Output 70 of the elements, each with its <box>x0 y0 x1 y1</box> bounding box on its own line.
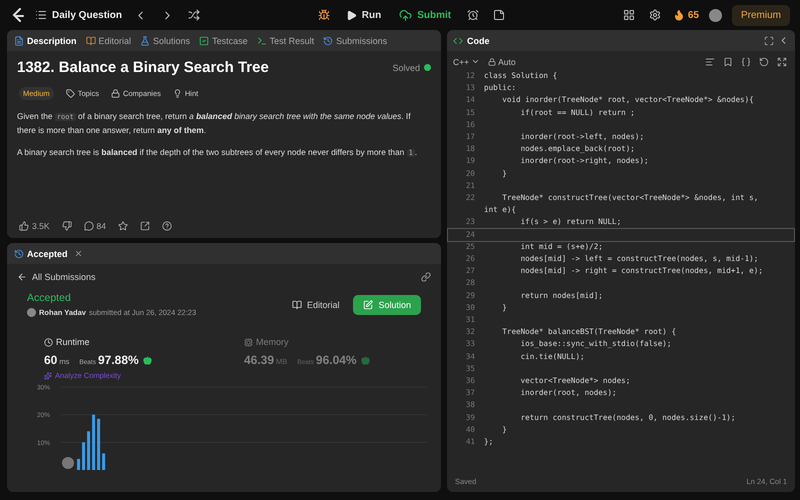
avatar <box>27 308 36 317</box>
back-link[interactable]: All Submissions <box>17 272 96 282</box>
editorial-button[interactable]: Editorial <box>286 294 346 314</box>
stat-value: 60 <box>44 353 58 367</box>
solved-status: Solved <box>392 62 420 72</box>
meta-icon <box>110 89 120 98</box>
logo[interactable] <box>12 8 25 22</box>
cloud-upload-icon <box>399 8 412 22</box>
submit-button[interactable]: Submit <box>395 6 456 24</box>
result-tab[interactable]: Accepted <box>11 246 71 260</box>
code-icon <box>453 36 463 46</box>
dislike-icon[interactable] <box>62 221 72 231</box>
close-icon[interactable] <box>74 249 83 258</box>
avatar[interactable] <box>708 8 722 22</box>
stat-value: 46.39 <box>244 353 274 367</box>
format-icon[interactable] <box>705 56 715 66</box>
histogram-bar <box>87 431 90 470</box>
stat-icon <box>244 338 253 346</box>
chevron-down-icon <box>471 57 480 66</box>
apple-icon <box>142 356 152 364</box>
play-icon <box>346 10 357 20</box>
histogram-bar <box>97 418 100 470</box>
code-title: Code <box>467 36 490 46</box>
arrow-left-icon <box>17 272 27 282</box>
pen-icon <box>363 300 374 310</box>
share-icon[interactable] <box>140 221 150 231</box>
panel-tab[interactable]: Submissions <box>320 34 390 48</box>
stat-label: Runtime <box>56 337 90 347</box>
problem-list-title[interactable]: Daily Question <box>52 10 122 20</box>
apple-icon <box>360 356 370 364</box>
panel-tab[interactable]: Testcase <box>196 34 251 48</box>
panel-tab[interactable]: Description <box>11 34 80 48</box>
comment-icon <box>84 221 94 231</box>
meta-icon <box>66 89 75 98</box>
help-icon[interactable] <box>162 221 172 231</box>
bookmark-icon[interactable] <box>723 56 733 66</box>
star-icon[interactable] <box>118 221 128 231</box>
meta-icon <box>172 89 182 98</box>
panel-tab[interactable]: Editorial <box>82 34 134 48</box>
maximize-icon[interactable] <box>764 36 774 46</box>
reset-icon[interactable] <box>759 56 769 66</box>
link-icon[interactable] <box>421 272 431 282</box>
history-icon <box>14 248 24 258</box>
histogram-bar <box>77 458 80 470</box>
book-icon <box>292 300 302 310</box>
flame-icon <box>672 9 685 21</box>
comments-button[interactable]: 84 <box>84 221 106 231</box>
premium-button[interactable]: Premium <box>732 4 790 26</box>
stat-label: Memory <box>256 337 289 347</box>
mode-select[interactable]: Auto <box>488 56 516 66</box>
language-select[interactable]: C++ <box>453 56 480 66</box>
histogram-bar <box>102 453 106 470</box>
panel-tab[interactable]: Solutions <box>137 34 194 48</box>
panel-tab[interactable]: Test Result <box>254 34 318 48</box>
like-button[interactable]: 3.5K <box>19 221 50 231</box>
result-status: Accepted <box>27 292 72 304</box>
streak-counter[interactable]: 65 <box>672 9 699 21</box>
histogram-bar <box>92 414 96 470</box>
thumbs-up-icon <box>19 221 29 231</box>
avatar <box>62 457 74 469</box>
lock-icon <box>488 58 496 66</box>
sparkles-icon <box>44 372 52 380</box>
run-button[interactable]: Run <box>342 6 386 24</box>
stat-icon <box>44 338 53 346</box>
beats-value: 96.04% <box>316 353 357 367</box>
histogram-bar <box>82 442 86 470</box>
expand-icon[interactable] <box>777 56 787 66</box>
beats-value: 97.88% <box>98 353 139 367</box>
problem-title: 1382. Balance a Binary Search Tree <box>17 59 269 76</box>
braces-icon[interactable] <box>741 56 751 66</box>
